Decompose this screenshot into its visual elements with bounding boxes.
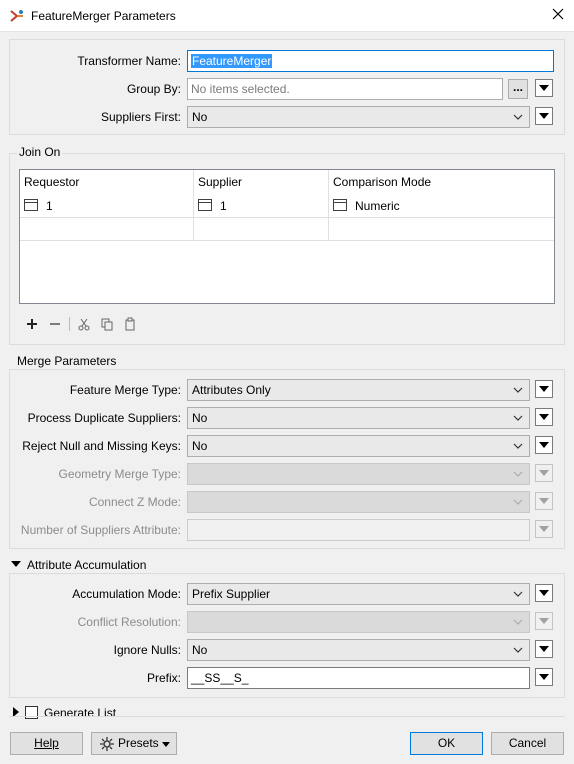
merge-parameters-title: Merge Parameters — [17, 354, 117, 368]
conflict-resolution-menu-button[interactable] — [535, 612, 553, 630]
feature-merge-type-select[interactable]: Attributes Only — [187, 379, 530, 401]
collapse-triangle-icon[interactable] — [11, 559, 21, 569]
ok-button[interactable]: OK — [410, 732, 483, 755]
title-bar: FeatureMerger Parameters — [0, 0, 574, 32]
triangle-down-icon — [539, 113, 549, 119]
column-divider — [328, 170, 329, 241]
geometry-merge-type-label: Geometry Merge Type: — [58, 467, 182, 481]
triangle-down-icon — [539, 646, 549, 652]
process-duplicate-suppliers-label: Process Duplicate Suppliers: — [27, 411, 181, 425]
triangle-down-icon — [539, 470, 549, 476]
copy-icon[interactable] — [99, 316, 115, 332]
connect-z-mode-select[interactable] — [187, 491, 530, 513]
divider — [9, 716, 565, 717]
number-of-suppliers-attribute-input[interactable] — [187, 519, 530, 541]
number-of-suppliers-attribute-menu-button[interactable] — [535, 520, 553, 538]
column-header-supplier[interactable]: Supplier — [194, 170, 242, 195]
featuremerger-icon — [10, 10, 23, 22]
process-duplicate-suppliers-select[interactable]: No — [187, 407, 530, 429]
paste-icon[interactable] — [122, 316, 138, 332]
triangle-down-icon — [539, 498, 549, 504]
table-cell-comparison-mode[interactable]: Numeric — [355, 195, 400, 217]
attribute-accumulation-title: Attribute Accumulation — [27, 558, 147, 572]
cancel-button[interactable]: Cancel — [491, 732, 564, 755]
toolbar-separator — [69, 317, 70, 331]
column-divider — [193, 170, 194, 241]
chevron-down-icon — [513, 591, 523, 597]
join-on-title: Join On — [17, 145, 63, 159]
column-header-requestor[interactable]: Requestor — [20, 170, 79, 195]
triangle-down-icon — [539, 618, 549, 624]
ignore-nulls-label: Ignore Nulls: — [113, 643, 181, 657]
join-on-table[interactable]: Requestor Supplier Comparison Mode 1 1 N… — [19, 169, 555, 304]
conflict-resolution-label: Conflict Resolution: — [77, 615, 181, 629]
window-title: FeatureMerger Parameters — [31, 9, 176, 23]
feature-merge-type-menu-button[interactable] — [535, 380, 553, 398]
prefix-input[interactable]: __SS__S_ — [187, 667, 530, 689]
suppliers-first-menu-button[interactable] — [535, 107, 553, 125]
column-header-comparison-mode[interactable]: Comparison Mode — [329, 170, 431, 195]
prefix-label: Prefix: — [146, 671, 181, 685]
gear-icon — [100, 737, 114, 751]
generate-list-checkbox[interactable] — [25, 706, 38, 719]
geometry-merge-type-menu-button[interactable] — [535, 464, 553, 482]
chevron-down-icon — [513, 443, 523, 449]
accumulation-mode-select[interactable]: Prefix Supplier — [187, 583, 530, 605]
chevron-down-icon — [513, 499, 523, 505]
table-cell-requestor[interactable]: 1 — [46, 195, 53, 217]
group-by-label: Group By: — [126, 82, 181, 96]
row-divider — [20, 240, 554, 241]
ignore-nulls-menu-button[interactable] — [535, 640, 553, 658]
reject-null-select[interactable]: No — [187, 435, 530, 457]
number-of-suppliers-attribute-label: Number of Suppliers Attribute: — [20, 523, 181, 537]
transformer-name-input[interactable]: FeatureMerger — [187, 50, 554, 72]
triangle-down-icon — [539, 674, 549, 680]
reject-null-menu-button[interactable] — [535, 436, 553, 454]
group-by-menu-button[interactable] — [535, 79, 553, 97]
chevron-down-icon — [513, 471, 523, 477]
geometry-merge-type-select[interactable] — [187, 463, 530, 485]
chevron-down-icon — [513, 114, 523, 120]
triangle-down-icon — [539, 442, 549, 448]
presets-label: Presets — [118, 736, 159, 750]
attribute-icon — [24, 199, 38, 211]
connect-z-mode-menu-button[interactable] — [535, 492, 553, 510]
conflict-resolution-select[interactable] — [187, 611, 530, 633]
generate-list-label: Generate List — [44, 706, 117, 720]
attribute-icon — [198, 199, 212, 211]
process-duplicate-suppliers-menu-button[interactable] — [535, 408, 553, 426]
chevron-down-icon — [513, 415, 523, 421]
table-cell-supplier[interactable]: 1 — [220, 195, 227, 217]
connect-z-mode-label: Connect Z Mode: — [88, 495, 181, 509]
remove-row-icon[interactable] — [47, 316, 63, 332]
chevron-down-icon — [513, 619, 523, 625]
reject-null-label: Reject Null and Missing Keys: — [22, 439, 181, 453]
attribute-icon — [333, 199, 347, 211]
triangle-down-icon — [539, 526, 549, 532]
triangle-down-icon — [162, 742, 170, 747]
triangle-down-icon — [539, 590, 549, 596]
chevron-down-icon — [513, 647, 523, 653]
help-button[interactable]: Help — [10, 732, 83, 755]
cut-icon[interactable] — [76, 316, 92, 332]
group-by-input[interactable]: No items selected. — [187, 78, 503, 100]
row-divider — [20, 217, 554, 218]
triangle-down-icon — [539, 414, 549, 420]
prefix-menu-button[interactable] — [535, 668, 553, 686]
feature-merge-type-label: Feature Merge Type: — [69, 383, 181, 397]
group-by-browse-button[interactable]: ... — [508, 79, 528, 99]
triangle-down-icon — [539, 85, 549, 91]
chevron-down-icon — [513, 387, 523, 393]
transformer-name-label: Transformer Name: — [77, 54, 181, 68]
suppliers-first-label: Suppliers First: — [100, 110, 181, 124]
triangle-down-icon — [539, 386, 549, 392]
close-icon[interactable] — [550, 6, 566, 22]
ignore-nulls-select[interactable]: No — [187, 639, 530, 661]
accumulation-mode-menu-button[interactable] — [535, 584, 553, 602]
presets-button[interactable]: Presets — [91, 732, 177, 755]
accumulation-mode-label: Accumulation Mode: — [72, 587, 181, 601]
add-row-icon[interactable] — [24, 316, 40, 332]
suppliers-first-select[interactable]: No — [187, 106, 530, 128]
